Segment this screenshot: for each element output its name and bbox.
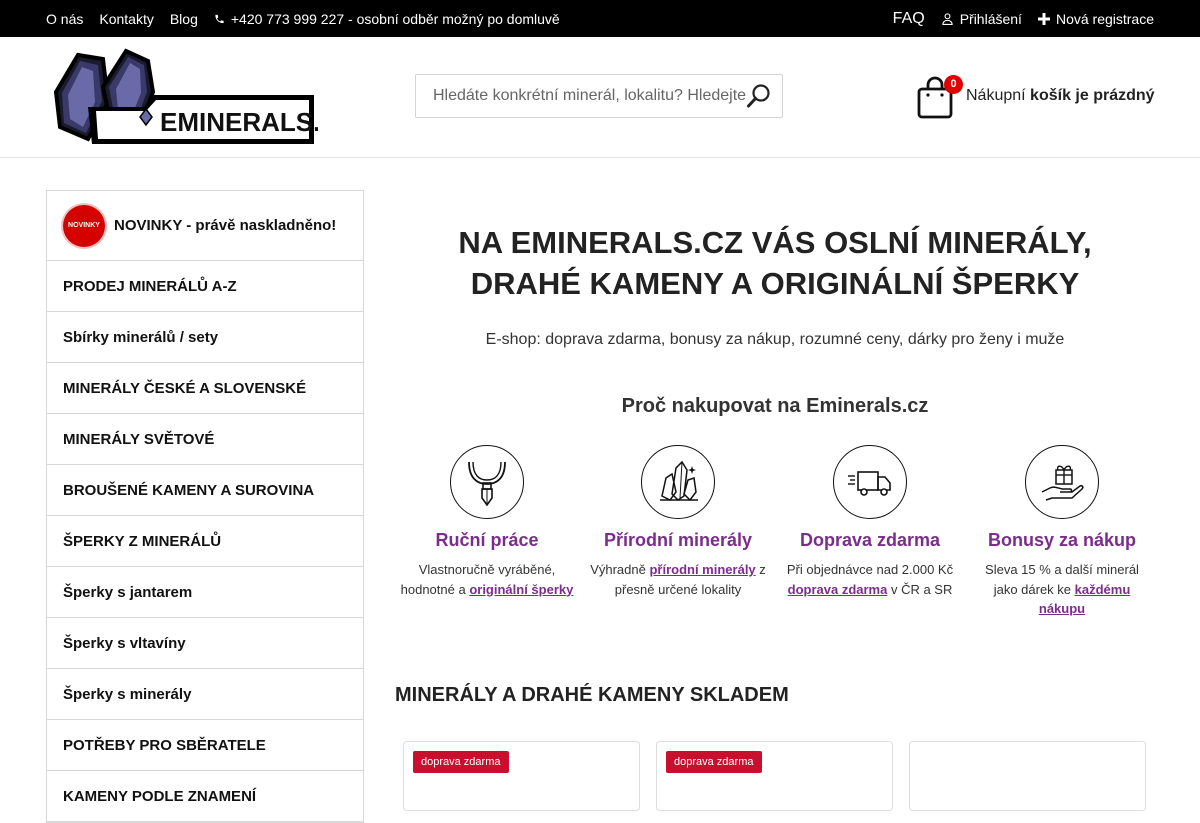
site-logo[interactable]: EMINERALS.CZ <box>48 47 355 147</box>
feature-icon-circle <box>833 445 907 519</box>
feature-link[interactable]: doprava zdarma <box>788 582 888 597</box>
sidebar-item-zodiac-stones[interactable]: KAMENY PODLE ZNAMENÍ <box>47 771 363 822</box>
feature-natural-minerals: Přírodní minerály Výhradně přírodní mine… <box>588 445 768 599</box>
search-input[interactable] <box>416 75 746 117</box>
sidebar-item-cz-sk-minerals[interactable]: MINERÁLY ČESKÉ A SLOVENSKÉ <box>47 363 363 414</box>
sidebar-item-world-minerals[interactable]: MINERÁLY SVĚTOVÉ <box>47 414 363 465</box>
product-card[interactable]: doprava zdarma <box>403 741 640 811</box>
hero-title-line-2: DRAHÉ KAMENY A ORIGINÁLNÍ ŠPERKY <box>470 266 1080 301</box>
register-link[interactable]: Nová registrace <box>1037 10 1154 27</box>
feature-description: Sleva 15 % a další minerál jako dárek ke… <box>972 560 1152 619</box>
top-link-blog[interactable]: Blog <box>170 11 198 27</box>
crystal-icon <box>660 460 698 502</box>
product-card[interactable] <box>909 741 1146 811</box>
sidebar-item-minerals-a-z[interactable]: PRODEJ MINERÁLŮ A-Z <box>47 261 363 312</box>
cart-count-badge: 0 <box>944 75 963 94</box>
product-card[interactable]: doprava zdarma <box>656 741 893 811</box>
feature-free-shipping: Doprava zdarma Při objednávce nad 2.000 … <box>780 445 960 599</box>
top-link-contacts[interactable]: Kontakty <box>99 11 153 27</box>
sidebar-item-collections[interactable]: Sbírky minerálů / sety <box>47 312 363 363</box>
in-stock-section-title: MINERÁLY A DRAHÉ KAMENY SKLADEM <box>395 684 789 706</box>
phone-info: +420 773 999 227 - osobní odběr možný po… <box>214 11 560 27</box>
feature-title: Ruční práce <box>435 530 539 550</box>
cart-widget[interactable]: 0 Nákupní košík je prázdný <box>917 75 1157 121</box>
feature-description: Výhradně přírodní minerály z přesně urče… <box>588 560 768 599</box>
truck-icon <box>848 471 891 496</box>
feature-text: Při objednávce nad 2.000 Kč <box>786 562 954 577</box>
feature-text-end: v ČR a SR <box>887 581 953 597</box>
feature-handmade: Ruční práce Vlastnoručně vyráběné, hodno… <box>397 445 577 599</box>
faq-link[interactable]: FAQ <box>893 10 925 28</box>
site-header: EMINERALS.CZ 0 Nákupní košík je prázdný <box>0 37 1200 158</box>
logo-graphic: EMINERALS.CZ <box>53 48 355 144</box>
hero-subtitle: E-shop: doprava zdarma, bonusy za nákup,… <box>485 331 1065 348</box>
cart-status-text: Nákupní košík je prázdný <box>966 87 1155 105</box>
gift-hand-icon <box>1041 465 1084 501</box>
sidebar-item-novinky[interactable]: NOVINKY NOVINKY - právě naskladněno! <box>47 191 363 261</box>
login-label: Přihlášení <box>959 10 1022 27</box>
feature-title: Bonusy za nákup <box>987 530 1137 550</box>
user-icon <box>942 12 953 25</box>
top-bar: O nás Kontakty Blog +420 773 999 227 - o… <box>0 0 1200 37</box>
sidebar-item-collector-supplies[interactable]: POTŘEBY PRO SBĚRATELE <box>47 720 363 771</box>
sidebar-item-mineral-jewelry-2[interactable]: Šperky s minerály <box>47 669 363 720</box>
feature-icon-circle <box>641 445 715 519</box>
top-link-about[interactable]: O nás <box>46 11 83 27</box>
hero-title: NA EMINERALS.CZ VÁS OSLNÍ MINERÁLY, DRAH… <box>395 222 1155 304</box>
cart-label-prefix: Nákupní <box>966 87 1026 104</box>
sidebar-item-label: NOVINKY - právě naskladněno! <box>114 217 337 234</box>
top-bar-left: O nás Kontakty Blog +420 773 999 227 - o… <box>46 0 560 37</box>
feature-purchase-bonus: Bonusy za nákup Sleva 15 % a další miner… <box>972 445 1152 619</box>
top-bar-right: FAQ Přihlášení Nová registrace <box>893 0 1154 37</box>
sidebar-item-cut-stones[interactable]: BROUŠENÉ KAMENY A SUROVINA <box>47 465 363 516</box>
search-icon[interactable] <box>746 83 772 109</box>
feature-title: Přírodní minerály <box>603 530 753 550</box>
sidebar-item-amber-jewelry[interactable]: Šperky s jantarem <box>47 567 363 618</box>
svg-text:EMINERALS.CZ: EMINERALS.CZ <box>160 107 318 137</box>
pendant-icon <box>468 461 506 506</box>
feature-icon-circle <box>1025 445 1099 519</box>
free-shipping-tag: doprava zdarma <box>413 751 509 773</box>
feature-title: Doprava zdarma <box>799 530 941 550</box>
sidebar-item-moldavite-jewelry[interactable]: Šperky s vltavíny <box>47 618 363 669</box>
sidebar-item-mineral-jewelry[interactable]: ŠPERKY Z MINERÁLŮ <box>47 516 363 567</box>
plus-icon <box>1037 12 1050 25</box>
hero-title-line-1: NA EMINERALS.CZ VÁS OSLNÍ MINERÁLY, <box>458 225 1092 260</box>
free-shipping-tag: doprava zdarma <box>666 751 762 773</box>
feature-link[interactable]: přírodní minerály <box>649 562 755 577</box>
feature-text: Výhradně <box>590 562 650 577</box>
feature-link[interactable]: originální šperky <box>469 582 573 597</box>
category-sidebar: NOVINKY NOVINKY - právě naskladněno! PRO… <box>46 190 364 823</box>
phone-text: +420 773 999 227 - osobní odběr možný po… <box>230 10 560 27</box>
feature-icon-circle <box>450 445 524 519</box>
search-box <box>415 74 783 118</box>
phone-icon <box>215 14 224 23</box>
login-link[interactable]: Přihlášení <box>941 11 1022 27</box>
why-shop-title: Proč nakupovat na Eminerals.cz <box>621 395 929 417</box>
feature-description: Vlastnoručně vyráběné, hodnotné a origin… <box>397 560 577 599</box>
cart-label-status: košík je prázdný <box>1030 87 1155 104</box>
feature-description: Při objednávce nad 2.000 Kč doprava zdar… <box>780 560 960 599</box>
novinky-badge-icon: NOVINKY <box>63 204 105 247</box>
register-label: Nová registrace <box>1055 10 1154 27</box>
